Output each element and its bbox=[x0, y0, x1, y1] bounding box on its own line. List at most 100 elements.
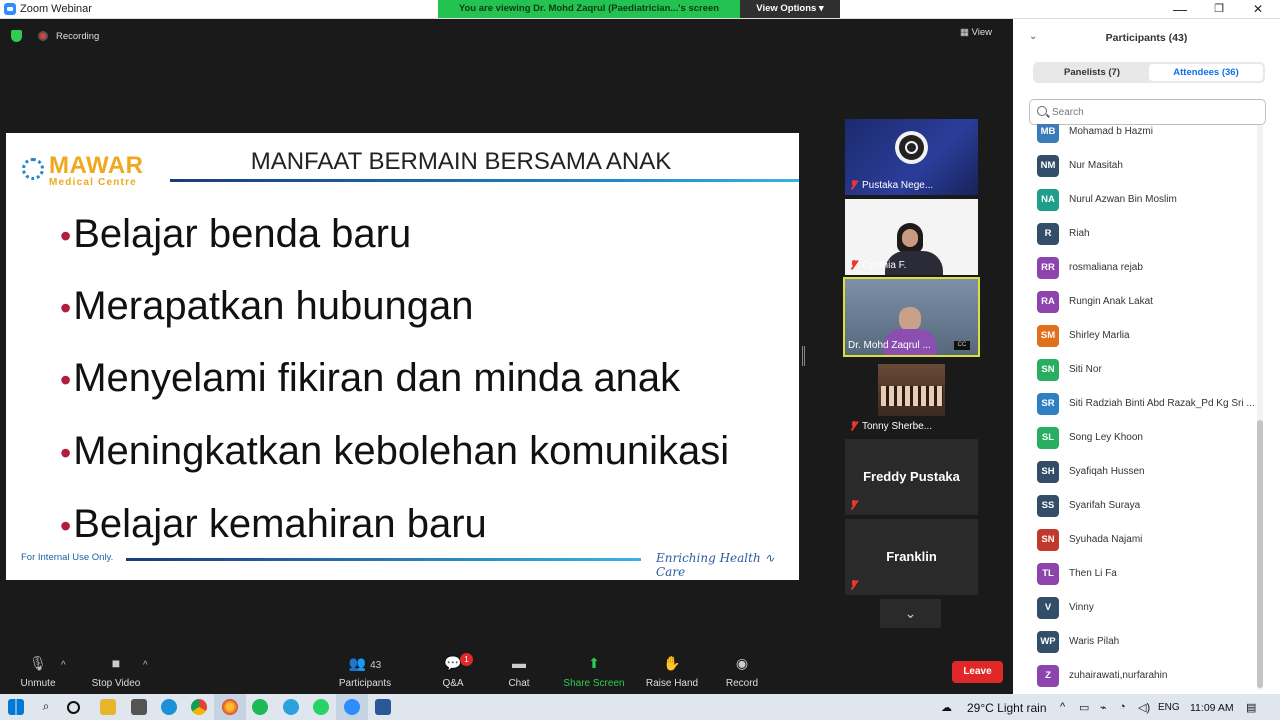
attendee-row[interactable]: SM Shirley Marlia bbox=[1013, 319, 1268, 353]
avatar: SN bbox=[1037, 359, 1059, 381]
shared-screen-slide: MAWAR Medical Centre MANFAAT BERMAIN BER… bbox=[6, 133, 799, 580]
video-tile[interactable]: Franklin bbox=[845, 519, 978, 595]
word-icon[interactable] bbox=[375, 699, 391, 715]
view-options-button[interactable]: View Options ▾ bbox=[740, 0, 840, 18]
attendee-name: zuhairawati,nurfarahin bbox=[1069, 670, 1168, 681]
video-tile-active-speaker[interactable]: Dr. Mohd Zaqrul ... CC bbox=[843, 277, 980, 357]
security-shield-icon[interactable] bbox=[11, 30, 22, 42]
close-button[interactable]: ✕ bbox=[1238, 0, 1278, 19]
attendee-row[interactable]: TL Then Li Fa bbox=[1013, 557, 1268, 591]
search-icon[interactable]: ⌕ bbox=[38, 699, 54, 715]
zoom-icon[interactable] bbox=[344, 699, 360, 715]
participants-button[interactable]: 👥 43 Participants bbox=[330, 655, 400, 689]
volume-icon[interactable]: ◁) bbox=[1138, 701, 1150, 714]
bullet-dot: • bbox=[60, 508, 72, 544]
stop-video-button[interactable]: ■ Stop Video bbox=[81, 655, 151, 689]
attendee-row[interactable]: SR Siti Radziah Binti Abd Razak_Pd Kg Sri… bbox=[1013, 387, 1268, 421]
leave-button[interactable]: Leave bbox=[952, 661, 1003, 683]
video-tile[interactable]: Freddy Pustaka bbox=[845, 439, 978, 515]
language-indicator[interactable]: ENG bbox=[1158, 702, 1180, 713]
attendee-row[interactable]: R Riah bbox=[1013, 217, 1268, 251]
show-hidden-icons[interactable]: ^ bbox=[1060, 701, 1065, 713]
notifications-icon[interactable]: ▤ bbox=[1246, 701, 1256, 714]
attendee-row[interactable]: V Vinny bbox=[1013, 591, 1268, 625]
attendee-row[interactable]: NA Nurul Azwan Bin Moslim bbox=[1013, 183, 1268, 217]
slide-bullet: •Belajar kemahiran baru bbox=[60, 502, 487, 547]
video-tile[interactable]: Tonny Sherbe... bbox=[845, 360, 978, 436]
spotify-icon[interactable] bbox=[252, 699, 268, 715]
power-icon[interactable]: ⌁ bbox=[1100, 701, 1107, 714]
record-button[interactable]: ◉ Record bbox=[707, 655, 777, 689]
restore-button[interactable]: ❐ bbox=[1199, 0, 1239, 19]
mic-off-icon bbox=[850, 260, 858, 269]
attendee-row[interactable]: SH Syafiqah Hussen bbox=[1013, 455, 1268, 489]
clock[interactable]: 11:09 AM bbox=[1190, 702, 1234, 714]
video-tile[interactable]: Cynthia F. bbox=[845, 199, 978, 275]
mic-off-icon bbox=[850, 500, 858, 509]
search-input[interactable] bbox=[1052, 104, 1252, 120]
attendee-row[interactable]: MB Mohamad b Hazmi bbox=[1013, 124, 1268, 149]
share-screen-icon: ⬆ bbox=[588, 655, 600, 671]
attendee-row[interactable]: SL Song Ley Khoon bbox=[1013, 421, 1268, 455]
wifi-icon[interactable]: ◔ bbox=[1119, 701, 1126, 713]
share-screen-button[interactable]: ⬆ Share Screen bbox=[559, 655, 629, 689]
tab-panelists[interactable]: Panelists (7) bbox=[1035, 64, 1149, 81]
recording-label: Recording bbox=[56, 31, 100, 42]
edge-icon[interactable] bbox=[161, 699, 177, 715]
slide-bullet: •Merapatkan hubungan bbox=[60, 284, 474, 329]
avatar: SS bbox=[1037, 495, 1059, 517]
attendee-row[interactable]: RA Rungin Anak Lakat bbox=[1013, 285, 1268, 319]
attendee-row[interactable]: Zzuhairawati,nurfarahin bbox=[1013, 659, 1268, 689]
video-tile[interactable]: Pustaka Nege... bbox=[845, 119, 978, 195]
panel-title: Participants (43) bbox=[1105, 32, 1188, 44]
search-icon bbox=[1037, 106, 1047, 116]
attendee-row[interactable]: SS Syarifah Suraya bbox=[1013, 489, 1268, 523]
attendee-name: Song Ley Khoon bbox=[1069, 432, 1143, 443]
attendee-row[interactable]: NM Nur Masitah bbox=[1013, 149, 1268, 183]
edge-pen-icon[interactable] bbox=[131, 699, 147, 715]
share-screen-label: Share Screen bbox=[563, 678, 625, 689]
file-explorer-icon[interactable] bbox=[100, 699, 116, 715]
attendee-list: MB Mohamad b Hazmi NM Nur Masitah NA Nurul Az… bbox=[1013, 124, 1280, 689]
minimize-button[interactable]: — bbox=[1160, 0, 1200, 19]
logo-name: MAWAR bbox=[49, 152, 144, 179]
avatar: V bbox=[1037, 597, 1059, 619]
video-options-caret[interactable]: ^ bbox=[143, 660, 148, 671]
qa-button[interactable]: 💬 Q&A bbox=[418, 655, 488, 689]
attendee-row[interactable]: SN Siti Nor bbox=[1013, 353, 1268, 387]
raise-hand-button[interactable]: ✋ Raise Hand bbox=[637, 655, 707, 689]
slide-bullet: •Meningkatkan kebolehan komunikasi bbox=[60, 429, 729, 474]
scrollbar-thumb[interactable] bbox=[1257, 420, 1263, 688]
avatar: RR bbox=[1037, 257, 1059, 279]
video-tile-name: Cynthia F. bbox=[850, 259, 906, 271]
participant-search[interactable] bbox=[1029, 99, 1266, 125]
avatar: RA bbox=[1037, 291, 1059, 313]
network-icon[interactable]: ▭ bbox=[1079, 701, 1089, 714]
bullet-text: Meningkatkan kebolehan komunikasi bbox=[73, 429, 730, 473]
task-view-icon[interactable] bbox=[67, 701, 80, 714]
audio-options-caret[interactable]: ^ bbox=[61, 660, 66, 671]
video-camera-icon: ■ bbox=[111, 655, 121, 671]
whatsapp-icon[interactable] bbox=[313, 699, 329, 715]
attendee-row[interactable]: RR rosmaliana rejab bbox=[1013, 251, 1268, 285]
tab-attendees[interactable]: Attendees (36) bbox=[1149, 64, 1263, 81]
start-icon[interactable] bbox=[8, 699, 24, 715]
chat-button[interactable]: ▬ Chat bbox=[484, 655, 554, 689]
panel-resize-handle[interactable] bbox=[802, 346, 805, 366]
slide-title: MANFAAT BERMAIN BERSAMA ANAK bbox=[250, 148, 672, 175]
attendee-row[interactable]: WP Waris Pilah bbox=[1013, 625, 1268, 659]
video-tile-name: Freddy Pustaka bbox=[863, 469, 960, 484]
firefox-icon[interactable] bbox=[222, 699, 238, 715]
attendee-row[interactable]: SN Syuhada Najami bbox=[1013, 523, 1268, 557]
bullet-text: Merapatkan hubungan bbox=[73, 284, 474, 328]
view-button[interactable]: ▦ View bbox=[960, 27, 1006, 43]
weather-label[interactable]: 29°C Light rain bbox=[967, 701, 1047, 715]
telegram-icon[interactable] bbox=[283, 699, 299, 715]
unmute-label: Unmute bbox=[20, 678, 56, 689]
attendee-name: Then Li Fa bbox=[1069, 568, 1117, 579]
attendee-name: Rungin Anak Lakat bbox=[1069, 296, 1153, 307]
bullet-dot: • bbox=[60, 218, 72, 254]
window-title: Zoom Webinar bbox=[20, 3, 92, 15]
video-scroll-down-button[interactable]: ⌄ bbox=[880, 599, 941, 628]
chrome-icon[interactable] bbox=[191, 699, 207, 715]
